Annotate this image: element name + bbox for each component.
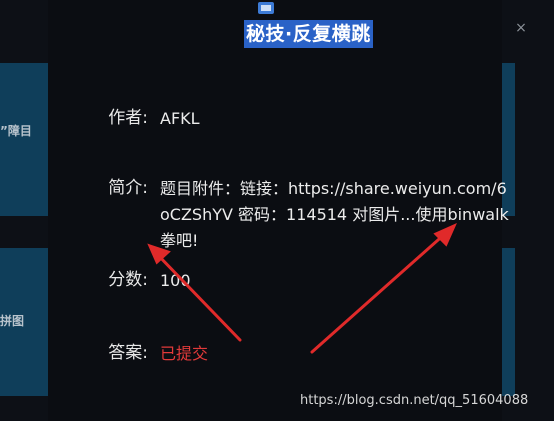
modal-title: 秘技·反复横跳 <box>244 20 373 48</box>
field-value: 100 <box>160 271 191 290</box>
field-score: 分数: 100 <box>108 268 512 294</box>
field-label: 简介: <box>108 178 148 198</box>
field-label: 作者: <box>108 108 148 128</box>
field-value: AFKL <box>160 109 200 128</box>
app-icon <box>258 2 274 14</box>
background-card-title: ”障目 <box>0 124 32 138</box>
watermark: https://blog.csdn.net/qq_51604088 <box>300 393 529 408</box>
field-value[interactable]: 题目附件：链接：https://share.weiyun.com/6oCZShY… <box>152 176 512 254</box>
field-label: 答案: <box>108 343 148 363</box>
field-intro: 简介: 题目附件：链接：https://share.weiyun.com/6oC… <box>108 176 512 254</box>
challenge-modal: 秘技·反复横跳 × 作者: AFKL 简介: 题目附件：链接：https://s… <box>48 0 527 421</box>
field-label: 分数: <box>108 270 148 290</box>
close-icon[interactable]: × <box>513 20 529 36</box>
field-answer: 答案: 已提交 <box>108 341 512 367</box>
field-author: 作者: AFKL <box>108 106 512 132</box>
submitted-status: 已提交 <box>160 344 209 363</box>
background-card-title: 拼图 <box>0 314 25 328</box>
background-card <box>0 63 48 216</box>
